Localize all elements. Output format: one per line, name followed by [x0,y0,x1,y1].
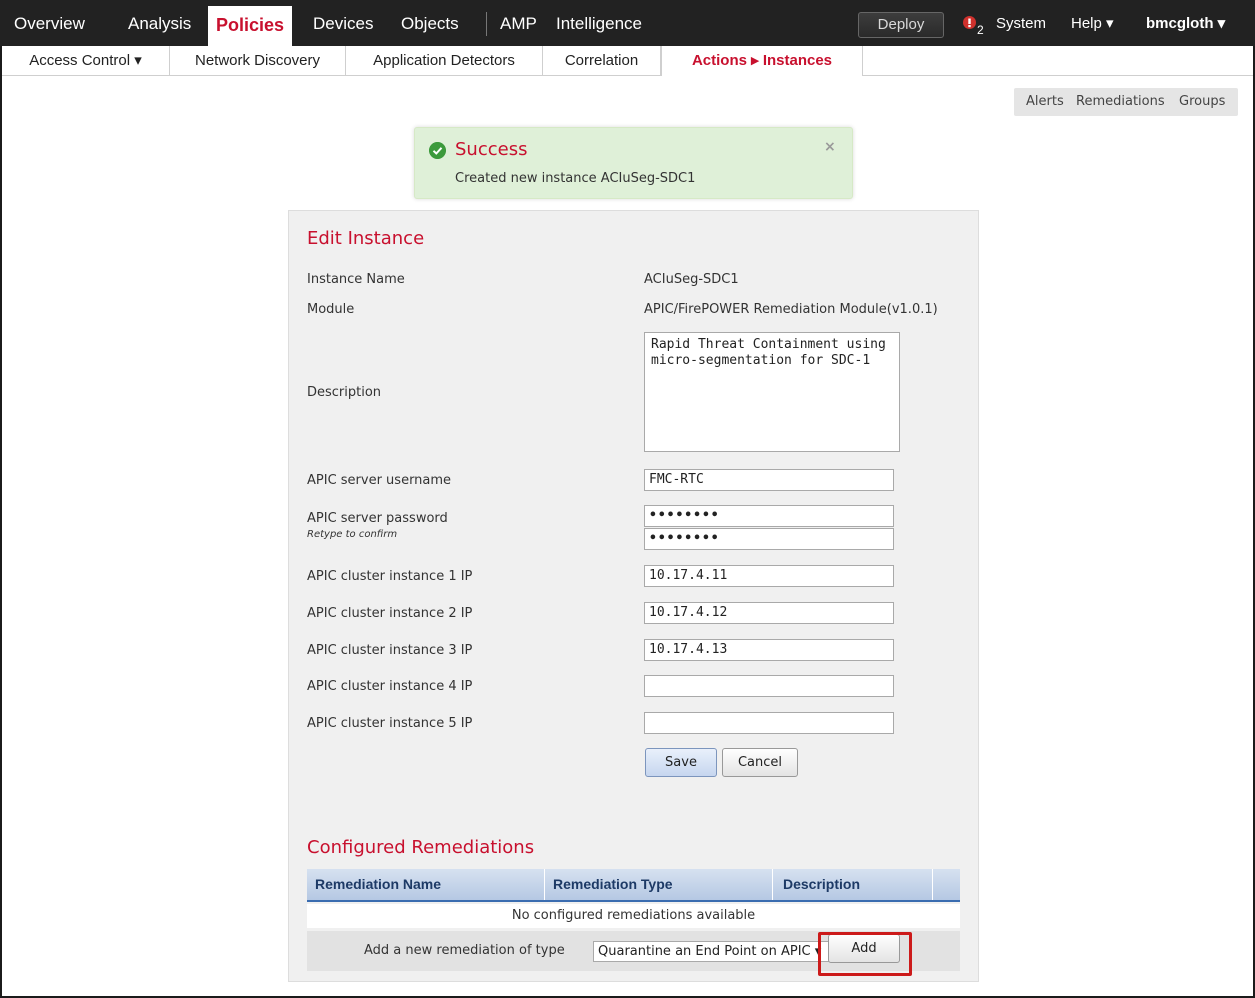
password-field[interactable]: •••••••• [644,505,894,527]
ip3-label: APIC cluster instance 3 IP [307,643,473,658]
alert-count-badge: 2 [977,23,984,37]
top-nav: Overview Analysis Policies Devices Objec… [0,0,1255,46]
description-textarea[interactable]: Rapid Threat Containment using micro-seg… [644,332,900,452]
ip2-field[interactable]: 10.17.4.12 [644,602,894,624]
module-label: Module [307,302,355,317]
ip1-label: APIC cluster instance 1 IP [307,569,473,584]
retype-label: Retype to confirm [307,529,398,540]
user-menu[interactable]: bmcgloth ▾ [1146,0,1225,46]
deploy-button[interactable]: Deploy [858,12,944,38]
subnav-correlation[interactable]: Correlation [543,46,661,76]
edit-instance-panel: Edit Instance Instance Name ACIuSeg-SDC1… [288,210,979,982]
sub-nav: Access Control ▾ Network Discovery Appli… [2,46,1253,76]
module-value: APIC/FirePOWER Remediation Module(v1.0.1… [644,302,938,317]
username-label: APIC server username [307,473,452,488]
remediations-table-header: Remediation Name Remediation Type Descri… [307,869,960,902]
tab-groups[interactable]: Groups [1179,88,1225,116]
nav-overview[interactable]: Overview [14,0,85,46]
nav-system[interactable]: System [996,0,1046,46]
remediation-type-select[interactable]: Quarantine an End Point on APIC ▾ [593,941,838,962]
ip3-field[interactable]: 10.17.4.13 [644,639,894,661]
alert-icon[interactable] [963,16,976,33]
close-icon[interactable]: × [824,139,836,155]
instance-name-value: ACIuSeg-SDC1 [644,272,739,287]
nav-help[interactable]: Help ▾ [1071,0,1114,46]
password-label: APIC server password [307,511,448,526]
col-remediation-type[interactable]: Remediation Type [545,869,773,900]
cancel-button[interactable]: Cancel [722,748,798,777]
description-label: Description [307,385,382,400]
ip1-field[interactable]: 10.17.4.11 [644,565,894,587]
tab-alerts[interactable]: Alerts [1026,88,1064,116]
instance-name-label: Instance Name [307,272,405,287]
success-banner: Success Created new instance ACIuSeg-SDC… [414,127,853,199]
nav-policies[interactable]: Policies [208,6,293,46]
ip4-label: APIC cluster instance 4 IP [307,679,473,694]
save-button[interactable]: Save [645,748,717,777]
success-title: Success [455,139,528,160]
nav-analysis[interactable]: Analysis [128,0,191,46]
username-field[interactable]: FMC-RTC [644,469,894,491]
subnav-actions-instances[interactable]: Actions ▸ Instances [661,46,863,76]
subnav-access-control[interactable]: Access Control ▾ [2,46,170,76]
add-remediation-prompt: Add a new remediation of type [364,943,565,958]
empty-table-message: No configured remediations available [307,904,960,928]
ip2-label: APIC cluster instance 2 IP [307,606,473,621]
check-circle-icon [429,142,446,159]
edit-instance-title: Edit Instance [307,228,425,249]
ip5-field[interactable] [644,712,894,734]
subnav-application-detectors[interactable]: Application Detectors [346,46,543,76]
ip5-label: APIC cluster instance 5 IP [307,716,473,731]
nav-devices[interactable]: Devices [313,0,373,46]
subnav-network-discovery[interactable]: Network Discovery [170,46,346,76]
password-confirm-field[interactable]: •••••••• [644,528,894,550]
nav-divider [486,12,487,36]
col-remediation-name[interactable]: Remediation Name [307,869,545,900]
nav-intelligence[interactable]: Intelligence [556,0,642,46]
col-description[interactable]: Description [773,869,933,900]
configured-remediations-title: Configured Remediations [307,837,535,858]
actions-tab-group: Alerts Remediations Groups [1014,88,1238,116]
success-message: Created new instance ACIuSeg-SDC1 [455,171,696,186]
red-highlight-rect-visible[interactable] [818,932,912,976]
nav-objects[interactable]: Objects [401,0,459,46]
nav-amp[interactable]: AMP [500,0,537,46]
tab-remediations[interactable]: Remediations [1076,88,1165,116]
ip4-field[interactable] [644,675,894,697]
